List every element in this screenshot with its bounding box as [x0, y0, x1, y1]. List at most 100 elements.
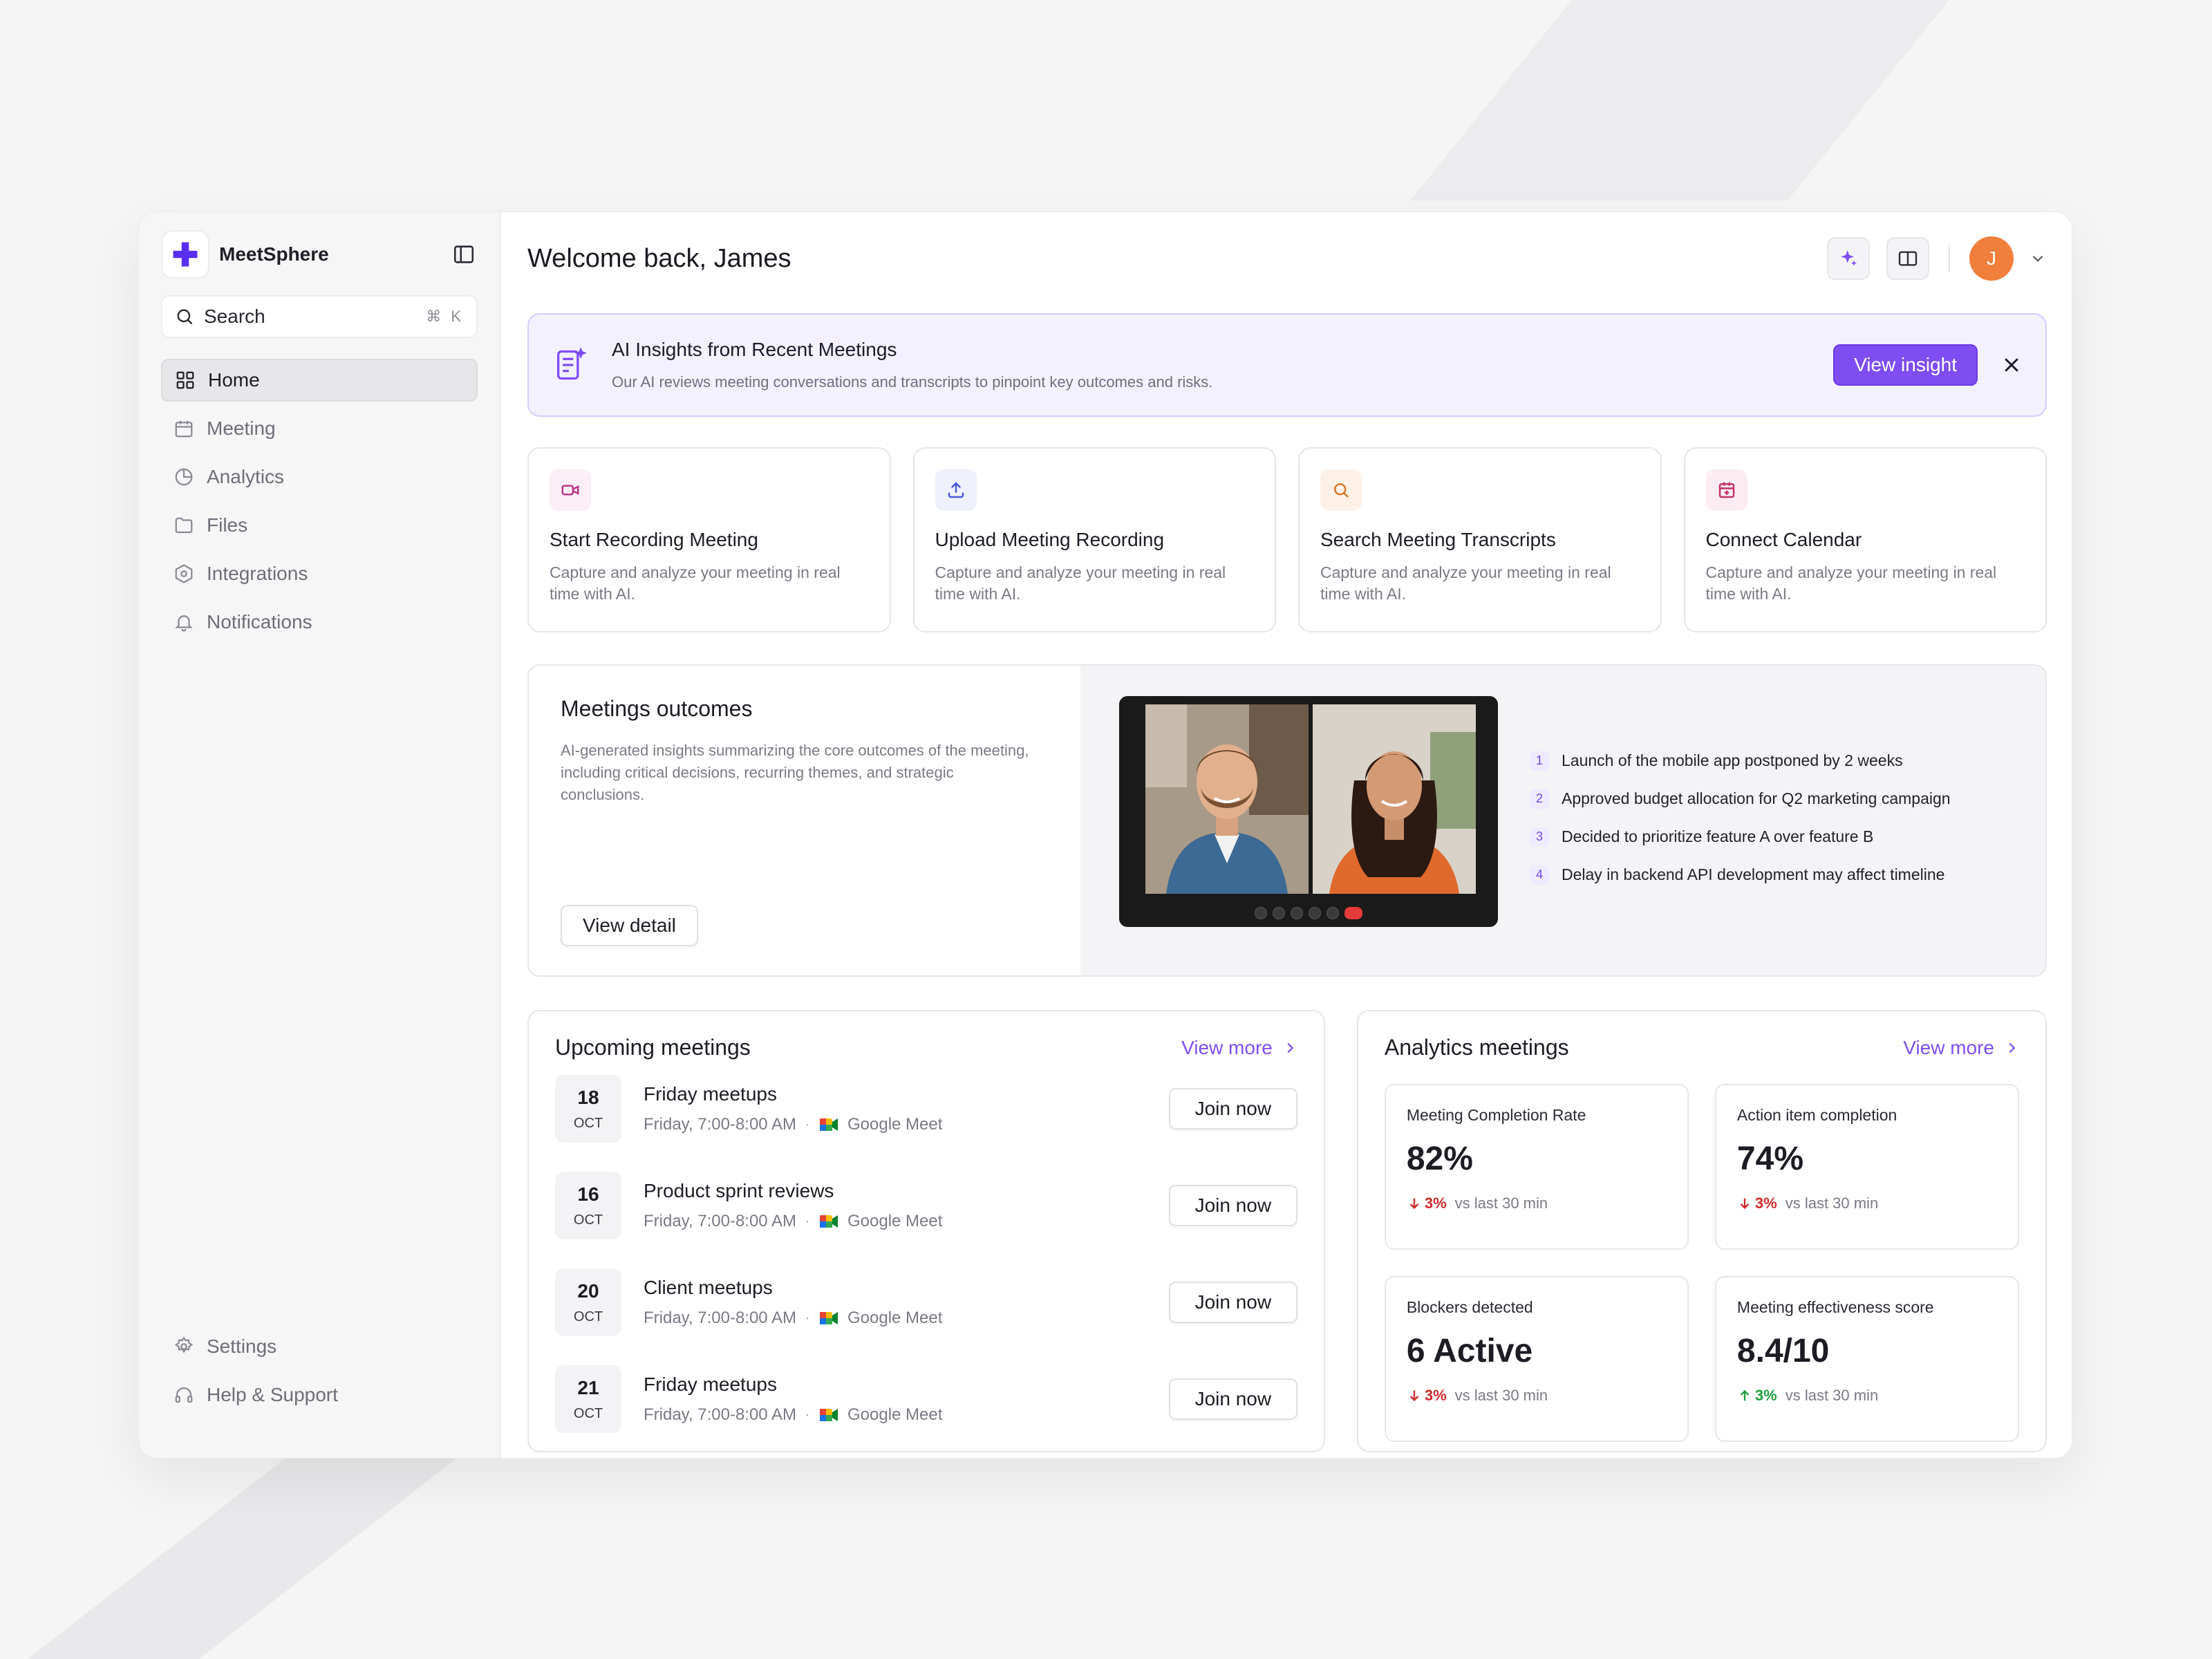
- main-content: Welcome back, James J AI Insights from R…: [500, 212, 2072, 1458]
- bottom-panels: Upcoming meetings View more 18 OCT Frida…: [527, 1010, 2047, 1452]
- video-camera-icon: [550, 469, 591, 511]
- meeting-title: Friday meetups: [644, 1374, 777, 1395]
- ai-insight-banner: AI Insights from Recent Meetings Our AI …: [527, 313, 2047, 417]
- stat-card-effectiveness[interactable]: Meeting effectiveness score 8.4/10 3% vs…: [1714, 1276, 2019, 1442]
- sidebar-item-label: Meeting: [207, 418, 276, 439]
- meeting-row: 21 OCT Friday meetups Friday, 7:00-8:00 …: [555, 1351, 1297, 1447]
- microphone-icon[interactable]: [1273, 907, 1285, 919]
- join-now-button[interactable]: Join now: [1168, 1088, 1297, 1130]
- stat-trend: 3% vs last 30 min: [1407, 1194, 1667, 1212]
- stat-trend: 3% vs last 30 min: [1407, 1387, 1667, 1405]
- sidebar-item-help[interactable]: Help & Support: [161, 1374, 478, 1416]
- gear-icon: [174, 1336, 194, 1353]
- quick-action-start-recording[interactable]: Start Recording Meeting Capture and anal…: [527, 447, 891, 632]
- view-insight-button[interactable]: View insight: [1833, 344, 1978, 386]
- sidebar-item-label: Settings: [207, 1335, 277, 1357]
- stat-card-blockers[interactable]: Blockers detected 6 Active 3% vs last 30…: [1384, 1276, 1689, 1442]
- meeting-meta: Friday, 7:00-8:00 AM · Google Meet: [644, 1309, 942, 1328]
- sidebar-item-label: Analytics: [207, 466, 285, 487]
- folder-icon: [175, 517, 193, 534]
- arrow-down-icon: [1409, 1198, 1419, 1210]
- view-detail-button[interactable]: View detail: [561, 905, 698, 946]
- view-more-analytics-link[interactable]: View more: [1903, 1037, 2019, 1059]
- sidebar-item-home[interactable]: Home: [161, 359, 478, 402]
- quick-action-title: Start Recording Meeting: [550, 529, 758, 550]
- stat-value: 6 Active: [1406, 1333, 1533, 1369]
- panel-header: Upcoming meetings View more: [555, 1035, 1297, 1060]
- ai-sparkle-button[interactable]: [1827, 237, 1870, 280]
- sidebar-item-analytics[interactable]: Analytics: [161, 456, 478, 498]
- quick-action-desc: Capture and analyze your meeting in real…: [1320, 563, 1611, 603]
- quick-action-upload-recording[interactable]: Upload Meeting Recording Capture and ana…: [912, 447, 1276, 632]
- analytics-meetings-panel: Analytics meetings View more Meeting Com…: [1356, 1010, 2047, 1452]
- book-open-icon: [1898, 251, 1918, 266]
- stat-card-completion-rate[interactable]: Meeting Completion Rate 82% 3% vs last 3…: [1384, 1084, 1689, 1250]
- quick-actions: Start Recording Meeting Capture and anal…: [527, 447, 2047, 632]
- date-box: 21 OCT: [555, 1365, 621, 1433]
- integration-icon: [175, 564, 193, 583]
- app-window: MeetSphere Search ⌘ K Home Meeting Analy…: [138, 212, 2072, 1459]
- chat-icon[interactable]: [1327, 907, 1339, 919]
- sidebar-toggle-button[interactable]: [450, 241, 478, 268]
- meeting-meta: Friday, 7:00-8:00 AM · Google Meet: [644, 1405, 942, 1425]
- panel-title: Upcoming meetings: [555, 1035, 751, 1060]
- quick-action-search-transcripts[interactable]: Search Meeting Transcripts Capture and a…: [1298, 447, 1662, 632]
- sidebar-item-label: Help & Support: [207, 1384, 338, 1405]
- sidebar: MeetSphere Search ⌘ K Home Meeting Analy…: [139, 212, 500, 1458]
- meeting-platform: Google Meet: [847, 1115, 943, 1134]
- close-banner-button[interactable]: [2001, 355, 2022, 375]
- brand: MeetSphere: [161, 230, 478, 279]
- sidebar-item-integrations[interactable]: Integrations: [161, 552, 478, 595]
- meeting-video-preview[interactable]: [1119, 696, 1498, 927]
- sidebar-item-label: Files: [207, 514, 248, 536]
- date-month: OCT: [573, 1212, 603, 1228]
- sparkle-icon: [1841, 250, 1857, 266]
- search-input[interactable]: Search ⌘ K: [161, 295, 478, 338]
- brand-name: MeetSphere: [219, 243, 329, 265]
- join-now-button[interactable]: Join now: [1168, 1282, 1297, 1323]
- sidebar-item-meeting[interactable]: Meeting: [161, 407, 478, 450]
- video-controls: [1119, 899, 1498, 927]
- outcomes-summary: Meetings outcomes AI-generated insights …: [529, 666, 1080, 975]
- sidebar-item-files[interactable]: Files: [161, 504, 478, 547]
- search-shortcut: ⌘ K: [426, 308, 464, 325]
- sidebar-item-notifications[interactable]: Notifications: [161, 601, 478, 644]
- end-call-icon[interactable]: [1344, 907, 1362, 919]
- stat-card-action-items[interactable]: Action item completion 74% 3% vs last 30…: [1714, 1084, 2019, 1250]
- chevron-right-icon: [1287, 1042, 1294, 1053]
- account-menu-button[interactable]: [2029, 250, 2047, 268]
- avatar[interactable]: J: [1969, 236, 2014, 281]
- quick-action-connect-calendar[interactable]: Connect Calendar Capture and analyze you…: [1683, 447, 2047, 632]
- page-title: Welcome back, James: [527, 243, 791, 273]
- insight-subtitle: Our AI reviews meeting conversations and…: [612, 373, 1213, 391]
- quick-action-title: Connect Calendar: [1705, 529, 1862, 550]
- meeting-platform: Google Meet: [847, 1212, 943, 1230]
- sidebar-item-settings[interactable]: Settings: [161, 1325, 478, 1368]
- stat-label: Blockers detected: [1406, 1298, 1533, 1316]
- google-meet-icon: [818, 1406, 839, 1424]
- view-more-label: View more: [1903, 1036, 1994, 1058]
- screen-share-icon[interactable]: [1309, 907, 1321, 919]
- item-number: 2: [1530, 789, 1549, 809]
- join-now-button[interactable]: Join now: [1168, 1378, 1297, 1420]
- stat-value: 74%: [1736, 1141, 1803, 1177]
- quick-action-title: Upload Meeting Recording: [935, 529, 1165, 550]
- chevron-right-icon: [2009, 1042, 2016, 1053]
- background-stripe: [1410, 0, 1949, 200]
- calendar-add-icon: [1705, 469, 1747, 511]
- join-now-button[interactable]: Join now: [1168, 1185, 1297, 1226]
- view-more-upcoming-link[interactable]: View more: [1181, 1037, 1297, 1059]
- camera-icon[interactable]: [1291, 907, 1303, 919]
- meeting-title: Friday meetups: [644, 1083, 777, 1105]
- layout-toggle-button[interactable]: [1886, 237, 1929, 280]
- separator-dot: ·: [805, 1405, 810, 1424]
- sidebar-item-label: Notifications: [207, 611, 312, 632]
- phone-icon[interactable]: [1255, 907, 1267, 919]
- meeting-platform: Google Meet: [847, 1309, 943, 1327]
- background-stripe: [28, 1459, 456, 1659]
- trend-value: 3%: [1424, 1194, 1447, 1212]
- meeting-time: Friday, 7:00-8:00 AM: [644, 1405, 796, 1424]
- meeting-info: Friday meetups Friday, 7:00-8:00 AM · Go…: [644, 1374, 942, 1425]
- outcomes-list: 1 Launch of the mobile app postponed by …: [1530, 742, 1951, 894]
- meeting-outcomes-card: Meetings outcomes AI-generated insights …: [527, 664, 2047, 977]
